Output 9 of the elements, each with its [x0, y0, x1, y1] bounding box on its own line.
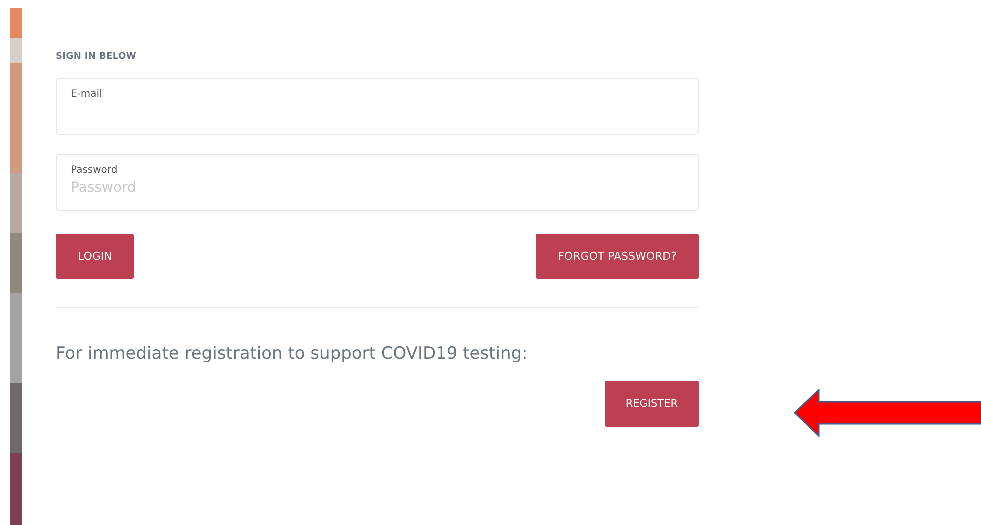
- register-button[interactable]: REGISTER: [604, 381, 699, 427]
- registration-prompt: For immediate registration to support COVID19 testing:: [56, 344, 529, 364]
- left-arrow-icon: [794, 389, 981, 437]
- field-label: E-mail: [71, 89, 104, 100]
- input-field[interactable]: E-mail: [56, 78, 699, 135]
- field-label: Password: [71, 165, 119, 176]
- sign-in-heading: SIGN IN BELOW: [56, 52, 138, 62]
- forgot-password-button[interactable]: FORGOT PASSWORD?: [536, 234, 699, 279]
- login-button[interactable]: LOGIN: [56, 234, 134, 279]
